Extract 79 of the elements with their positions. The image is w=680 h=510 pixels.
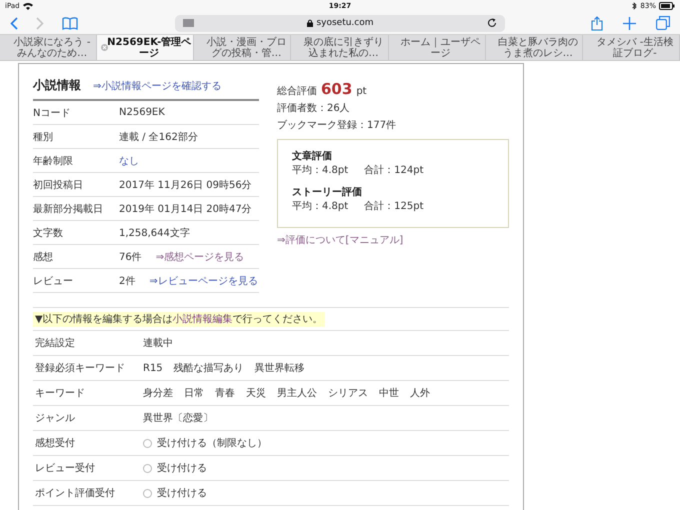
section-heading: 小説情報 [33,77,81,94]
field-label: 初回投稿日 [33,178,84,192]
radio-button[interactable] [143,438,152,448]
radio-label: 受け付ける（制限なし） [157,436,267,450]
average-score: 平均：4.8pt [292,200,348,213]
field-value: 2017年 11月26日 09時56分 [119,178,252,192]
browser-tab[interactable]: ホーム｜ユーザページ [388,35,486,60]
bookmark-count: ブックマーク登録：177件 [277,118,398,132]
total-score: 合計：124pt [364,164,424,177]
address-bar[interactable]: syosetu.com [175,14,505,32]
tabs-icon[interactable] [656,16,670,30]
keyword: 身分差 [143,387,173,400]
total-rating-label: 総合評価 [277,84,317,98]
setting-label: 感想受付 [34,436,76,450]
reload-icon[interactable] [487,18,497,28]
field-label: Nコード [33,106,72,120]
total-rating-value: 603 [321,80,352,98]
field-value: 2件 [119,274,136,288]
field-label: 最新部分掲載日 [33,202,104,216]
book-icon[interactable] [62,16,78,30]
keyword: 残酷な描写あり [174,362,244,375]
keyword: 天災 [246,386,266,400]
field-value-link[interactable]: なし [119,154,139,168]
browser-tab[interactable]: 白菜と豚バラ肉のうま煮のレシ… [486,35,583,60]
field-value: 76件 [119,250,142,264]
lock-icon [307,19,314,27]
setting-label: ジャンル [34,412,76,425]
total-score: 合計：125pt [364,200,424,213]
battery-icon [658,2,675,10]
edit-link[interactable]: 小説情報編集 [172,314,233,325]
browser-tab[interactable]: タメシバ -生活検証ブログ- [582,35,680,60]
setting-label: 完結設定 [34,336,76,350]
radio-label: 受け付ける [157,462,207,475]
browser-tab[interactable]: 泉の底に引きずり込まれた私の… [291,35,389,60]
manual-link[interactable]: ⇒評価について[マニュアル] [277,235,404,246]
field-value: 1,258,644文字 [119,226,190,240]
back-icon[interactable] [10,16,18,30]
setting-value: 異世界〔恋愛〕 [143,412,213,425]
browser-tab[interactable]: N2569EK-管理ページ [97,35,194,60]
rating-group-title: ストーリー評価 [292,186,363,199]
field-label: 文字数 [33,226,64,240]
keyword: 男主人公 [277,386,317,400]
keyword: シリアス [328,387,368,400]
average-score: 平均：4.8pt [292,164,348,177]
radio-label: 受け付ける [157,486,207,500]
notice-text: ▼以下の情報を編集する場合は小説情報編集で行ってください。 [33,312,325,327]
wifi-icon [22,2,33,10]
keyword: 人外 [410,387,430,400]
radio-button[interactable] [143,464,152,472]
raters-count: 評価者数：26人 [277,102,351,115]
plus-icon[interactable] [623,16,636,30]
setting-value: 連載中 [143,336,173,350]
keyword: 中世 [379,386,399,400]
setting-label: レビュー受付 [34,462,96,475]
bluetooth-icon [632,2,638,10]
rating-group-title: 文章評価 [292,149,333,163]
setting-label: 登録必須キーワード [34,362,126,375]
field-label: レビュー [33,274,74,288]
page-link[interactable]: ⇒感想ページを見る [156,250,244,264]
keyword: 青春 [215,386,235,400]
field-label: 年齢制限 [33,154,74,168]
field-value: N2569EK [119,107,165,118]
field-label: 種別 [33,130,54,144]
setting-label: キーワード [34,387,86,400]
browser-tab[interactable]: 小説・漫画・ブログの投稿・管… [194,35,292,60]
page-link[interactable]: ⇒レビューページを見る [149,274,258,288]
url-text: syosetu.com [316,18,374,28]
field-value: 連載 / 全162部分 [119,130,198,144]
novel-page-link[interactable]: ⇒小説情報ページを確認する [93,79,222,93]
keyword: 日常 [184,386,204,400]
radio-button[interactable] [143,488,152,498]
setting-label: ポイント評価受付 [34,486,116,500]
unit-label: pt [356,86,367,97]
share-icon[interactable] [591,16,603,30]
keyword: 異世界転移 [254,362,305,375]
field-value: 2019年 01月14日 20時47分 [119,202,252,216]
keyword: R15 [143,362,163,374]
field-label: 感想 [33,250,54,264]
close-icon[interactable] [101,44,108,51]
